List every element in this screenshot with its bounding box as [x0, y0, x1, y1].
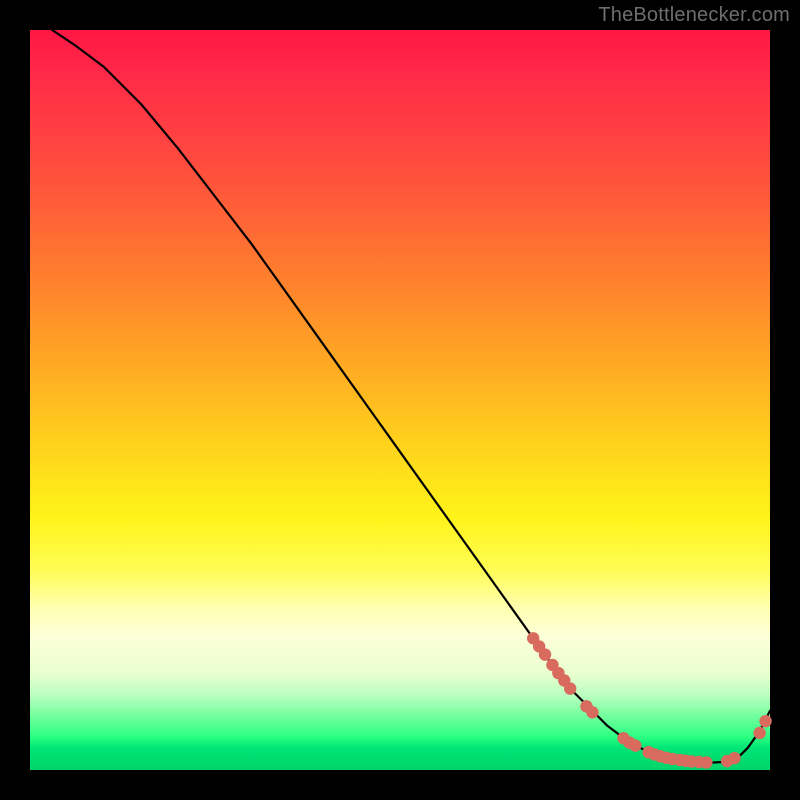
chart-frame: TheBottlenecker.com: [0, 0, 800, 800]
data-point: [564, 682, 576, 694]
chart-overlay: [30, 30, 770, 770]
data-point: [539, 648, 551, 660]
data-point: [759, 715, 771, 727]
attribution-label: TheBottlenecker.com: [598, 4, 790, 27]
data-point: [700, 756, 712, 768]
bottleneck-curve: [52, 30, 770, 763]
data-point: [629, 739, 641, 751]
data-point: [753, 727, 765, 739]
data-points-group: [527, 632, 772, 769]
data-point: [586, 706, 598, 718]
data-point: [728, 752, 740, 764]
